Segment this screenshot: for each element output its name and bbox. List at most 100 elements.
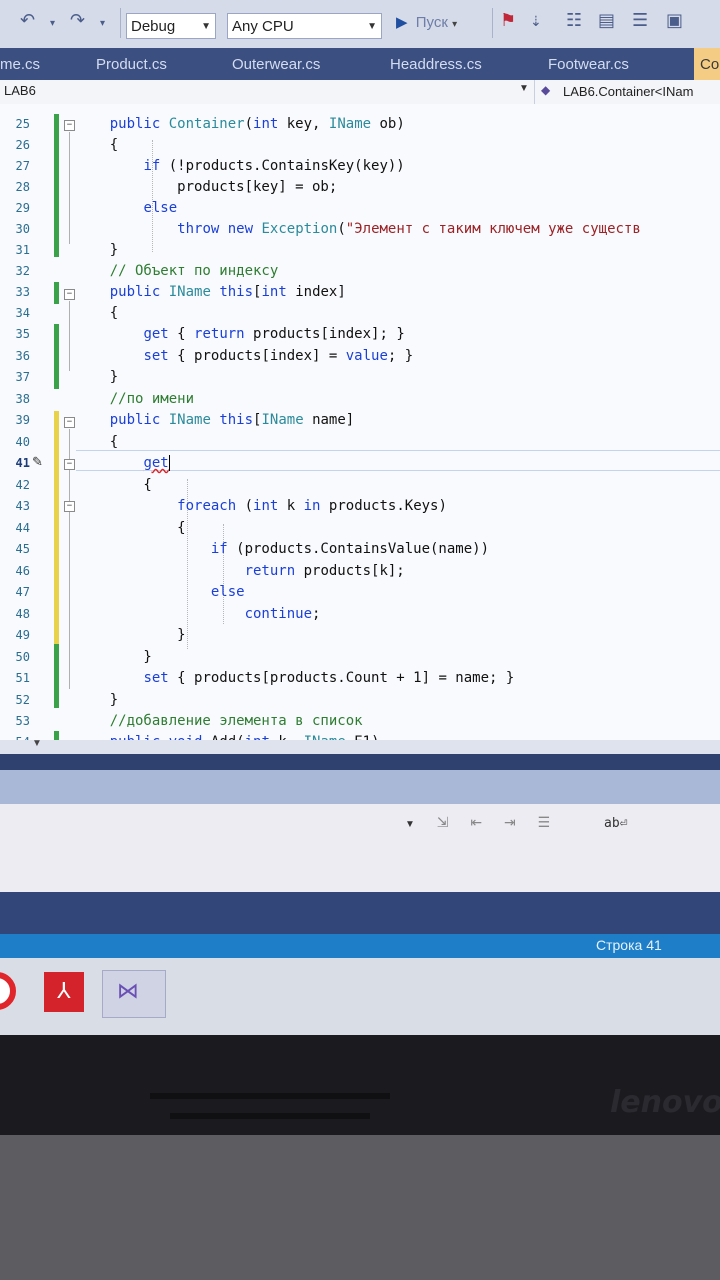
line-number: 44 bbox=[15, 521, 30, 535]
outline-line bbox=[69, 132, 70, 244]
code-line[interactable]: //по имени bbox=[76, 389, 194, 410]
redo-icon[interactable]: ↷ bbox=[70, 10, 85, 31]
redo-dropdown-icon[interactable]: ▾ bbox=[100, 18, 105, 29]
chevron-down-icon: ▼ bbox=[367, 21, 377, 32]
configuration-combo[interactable]: Debug ▼ bbox=[126, 13, 216, 39]
code-line[interactable]: { bbox=[76, 135, 118, 156]
pane-divider[interactable] bbox=[0, 754, 720, 770]
code-line[interactable]: public Container(int key, IName ob) bbox=[76, 114, 405, 135]
tab-container-cs[interactable]: Co bbox=[694, 48, 720, 80]
screen: ↶ ▾ ↷ ▾ Debug ▼ Any CPU ▼ ▶ Пуск ▾ ⚑ ⇣ ☷… bbox=[0, 0, 720, 1035]
code-line[interactable]: get bbox=[76, 453, 170, 474]
zoom-dropdown-icon[interactable]: ▼ bbox=[32, 738, 42, 749]
code-line[interactable]: public IName this[int index] bbox=[76, 282, 346, 303]
code-line[interactable]: public IName this[IName name] bbox=[76, 410, 355, 431]
code-line[interactable]: //добавление элемента в список bbox=[76, 711, 363, 732]
previous-icon[interactable]: ⇤ bbox=[470, 814, 482, 830]
toolbar-overflow-icon[interactable]: ⇣ bbox=[530, 14, 542, 30]
line-number: 38 bbox=[15, 392, 30, 406]
editor-horizontal-scrollbar[interactable]: ▼ bbox=[0, 738, 720, 754]
visual-studio-icon[interactable]: ⋈ bbox=[102, 970, 166, 1018]
code-editor[interactable]: − − − − − ✎ 25 26 27 28 29 30 31 32 33 3… bbox=[0, 104, 720, 754]
play-icon: ▶ bbox=[396, 14, 408, 31]
tab-name-cs[interactable]: me.cs bbox=[0, 48, 40, 80]
opera-icon[interactable] bbox=[0, 972, 16, 1010]
next-icon[interactable]: ⇥ bbox=[504, 814, 516, 830]
bookmark-icon[interactable]: ⚑ bbox=[500, 10, 516, 31]
chevron-down-icon: ▼ bbox=[519, 83, 529, 94]
code-line[interactable]: if (!products.ContainsKey(key)) bbox=[76, 156, 404, 177]
list-icon[interactable]: ☰ bbox=[632, 10, 648, 31]
tool-window-tabs bbox=[0, 892, 720, 934]
collapse-icon[interactable]: − bbox=[64, 120, 75, 131]
line-number: 39 bbox=[15, 413, 30, 427]
navigation-bar: LAB6 ▼ ◆ LAB6.Container<INam bbox=[0, 80, 720, 105]
line-number: 48 bbox=[15, 607, 30, 621]
line-number-current: 41 bbox=[15, 456, 30, 470]
code-line[interactable]: { bbox=[76, 475, 151, 496]
folder-icon[interactable]: ▤ bbox=[598, 10, 615, 31]
configuration-value: Debug bbox=[131, 18, 176, 35]
word-wrap-icon[interactable]: ab⏎ bbox=[604, 816, 627, 831]
line-number: 36 bbox=[15, 349, 30, 363]
collapse-icon[interactable]: − bbox=[64, 459, 75, 470]
change-marker-saved bbox=[54, 282, 59, 304]
code-line[interactable]: } bbox=[76, 647, 151, 668]
speaker-grille bbox=[170, 1113, 370, 1119]
code-line[interactable]: else bbox=[76, 198, 177, 219]
change-marker-saved bbox=[54, 324, 59, 389]
platform-value: Any CPU bbox=[232, 18, 294, 35]
start-button[interactable]: ▶ Пуск ▾ bbox=[396, 12, 457, 36]
output-pane-header bbox=[0, 770, 720, 804]
chevron-down-icon[interactable]: ▼ bbox=[405, 819, 415, 830]
undo-dropdown-icon[interactable]: ▾ bbox=[50, 18, 55, 29]
project-dropdown[interactable]: LAB6 bbox=[4, 83, 36, 98]
platform-combo[interactable]: Any CPU ▼ bbox=[227, 13, 382, 39]
clear-all-icon[interactable]: ☰ bbox=[538, 814, 551, 830]
code-line[interactable]: get { return products[index]; } bbox=[76, 324, 404, 345]
code-line[interactable]: set { products[index] = value; } bbox=[76, 346, 413, 367]
code-line[interactable]: { bbox=[76, 518, 185, 539]
tab-headdress-cs[interactable]: Headdress.cs bbox=[390, 48, 482, 80]
code-line[interactable]: products[key] = ob; bbox=[76, 177, 337, 198]
code-line[interactable]: foreach (int k in products.Keys) bbox=[76, 496, 447, 517]
line-number: 27 bbox=[15, 159, 30, 173]
line-number: 29 bbox=[15, 201, 30, 215]
code-line[interactable]: } bbox=[76, 240, 118, 261]
code-line[interactable]: return products[k]; bbox=[76, 561, 405, 582]
go-to-icon[interactable]: ⇲ bbox=[437, 814, 449, 830]
code-line[interactable]: throw new Exception("Элемент с таким клю… bbox=[76, 219, 641, 240]
status-bar: Строка 41 bbox=[0, 934, 720, 958]
change-marker-unsaved bbox=[54, 411, 59, 644]
code-line[interactable]: { bbox=[76, 432, 118, 453]
code-line[interactable]: if (products.ContainsValue(name)) bbox=[76, 539, 489, 560]
line-number: 31 bbox=[15, 243, 30, 257]
collapse-icon[interactable]: − bbox=[64, 289, 75, 300]
collapse-icon[interactable]: − bbox=[64, 501, 75, 512]
acrobat-icon[interactable]: ⅄ bbox=[44, 972, 84, 1012]
code-line[interactable]: else bbox=[76, 582, 245, 603]
line-number: 45 bbox=[15, 542, 30, 556]
tab-footwear-cs[interactable]: Footwear.cs bbox=[548, 48, 629, 80]
code-line[interactable]: // Объект по индексу bbox=[76, 261, 279, 282]
collapse-icon[interactable]: − bbox=[64, 417, 75, 428]
class-icon: ◆ bbox=[541, 83, 551, 97]
code-line[interactable]: } bbox=[76, 625, 185, 646]
output-pane-toolbar: ▼ ⇲ ⇤ ⇥ ☰ ab⏎ bbox=[0, 804, 720, 892]
line-number: 33 bbox=[15, 285, 30, 299]
code-line[interactable]: } bbox=[76, 690, 118, 711]
code-line[interactable]: continue; bbox=[76, 604, 321, 625]
comment-icon[interactable]: ☷ bbox=[566, 10, 582, 31]
window-icon[interactable]: ▣ bbox=[666, 10, 683, 31]
member-dropdown[interactable]: ▼ ◆ LAB6.Container<INam bbox=[519, 80, 720, 104]
code-line[interactable]: set { products[products.Count + 1] = nam… bbox=[76, 668, 514, 689]
toolbar: ↶ ▾ ↷ ▾ Debug ▼ Any CPU ▼ ▶ Пуск ▾ ⚑ ⇣ ☷… bbox=[0, 0, 720, 49]
visual-studio-glyph-icon: ⋈ bbox=[117, 979, 139, 1004]
code-line[interactable]: { bbox=[76, 303, 118, 324]
code-line[interactable]: } bbox=[76, 367, 118, 388]
tab-product-cs[interactable]: Product.cs bbox=[96, 48, 167, 80]
line-number: 37 bbox=[15, 370, 30, 384]
tab-outerwear-cs[interactable]: Outerwear.cs bbox=[232, 48, 320, 80]
edit-pencil-icon: ✎ bbox=[32, 454, 43, 469]
undo-icon[interactable]: ↶ bbox=[20, 10, 35, 31]
